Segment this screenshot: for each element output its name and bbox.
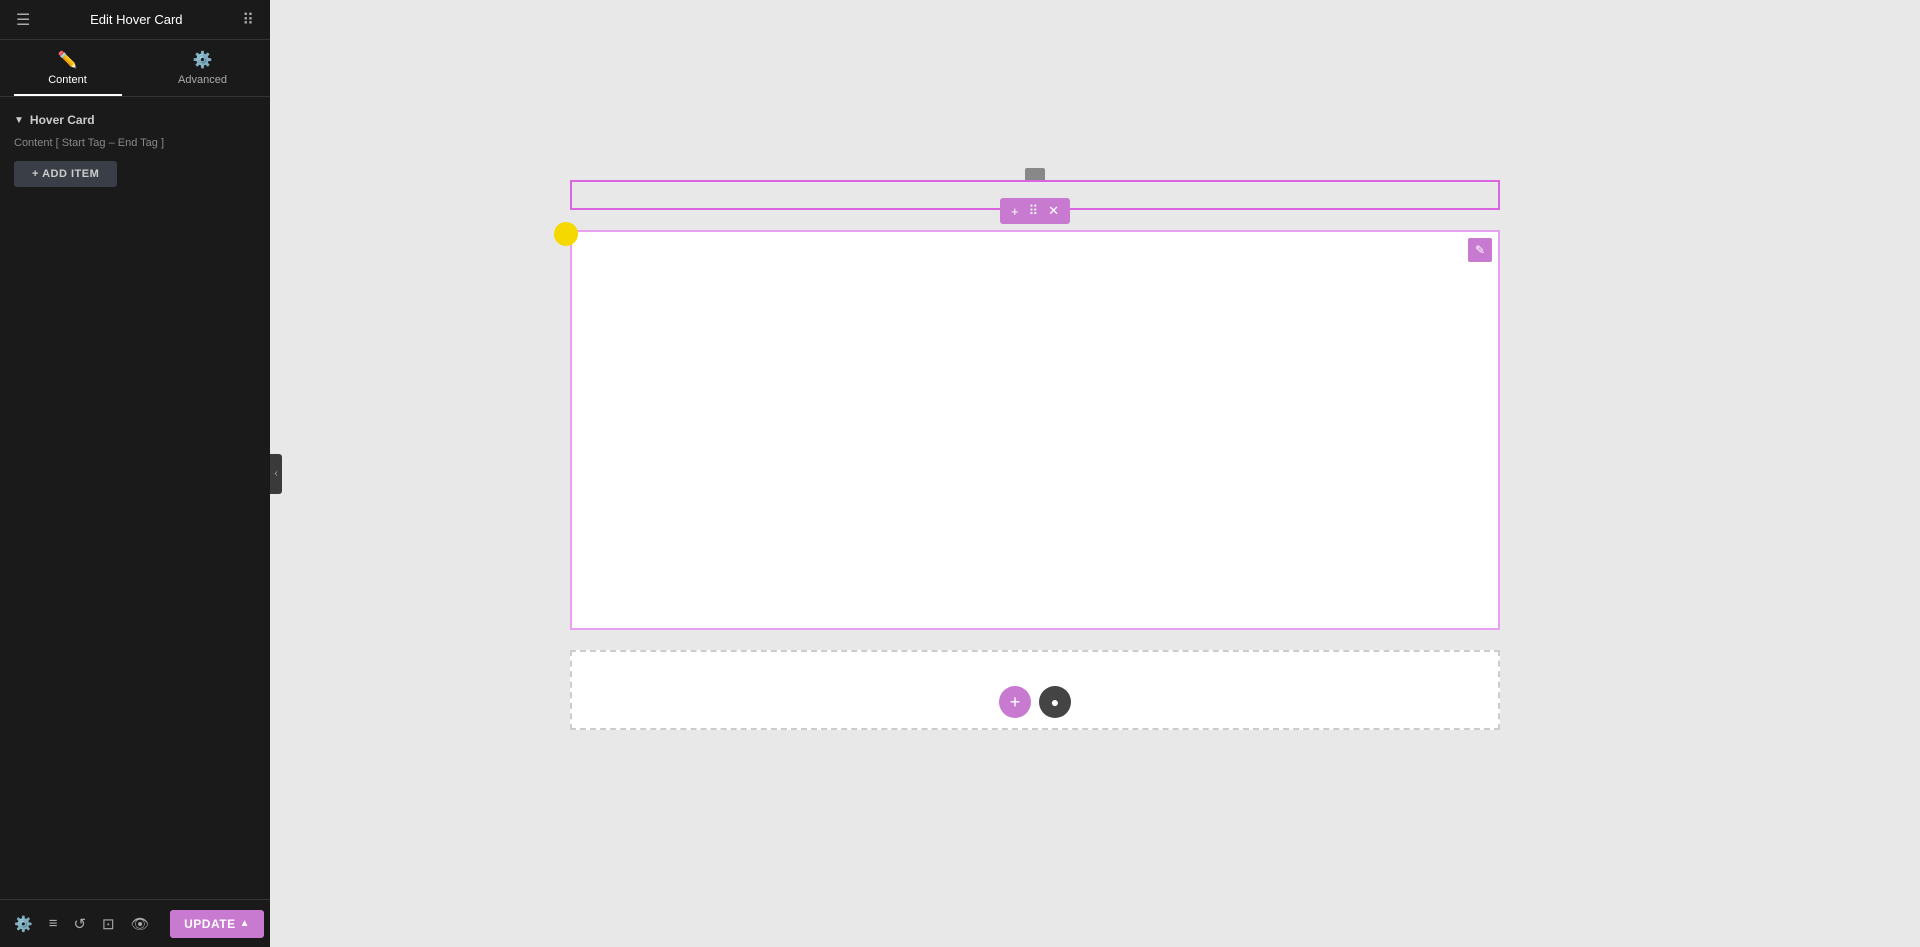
- template-icon[interactable]: ⊡: [94, 909, 123, 939]
- section-chevron-icon: ▼: [14, 115, 24, 126]
- collapse-handle[interactable]: ‹: [270, 454, 282, 494]
- widget-close-button[interactable]: ✕: [1043, 201, 1064, 221]
- widget-add-button[interactable]: +: [1006, 202, 1024, 221]
- dashed-add-button[interactable]: +: [999, 686, 1031, 718]
- section-header[interactable]: ▼ Hover Card: [0, 107, 270, 133]
- section-title: Hover Card: [30, 113, 95, 127]
- layers-icon[interactable]: ≡: [41, 909, 66, 938]
- sidebar: ☰ Edit Hover Card ⠿ ✏️ Content ⚙️ Advanc…: [0, 0, 270, 947]
- collapse-arrow-icon: ‹: [274, 468, 277, 479]
- eye-icon[interactable]: 👁: [123, 909, 158, 939]
- update-label: UPDATE: [184, 917, 235, 931]
- advanced-tab-label: Advanced: [178, 74, 227, 86]
- add-item-button[interactable]: + ADD ITEM: [14, 161, 117, 187]
- widget-toolbar: + ⠿ ✕: [1000, 198, 1070, 224]
- widget-drag-handle[interactable]: ⠿: [1024, 201, 1044, 221]
- content-tag-label: Content [ Start Tag – End Tag ]: [0, 133, 270, 157]
- dashed-toolbar: + ●: [999, 686, 1071, 718]
- update-button[interactable]: UPDATE ▲: [170, 910, 264, 938]
- sidebar-title: Edit Hover Card: [90, 12, 182, 27]
- content-tab-icon: ✏️: [58, 50, 78, 70]
- sidebar-header: ☰ Edit Hover Card ⠿: [0, 0, 270, 40]
- tab-content[interactable]: ✏️ Content: [0, 40, 135, 96]
- grid-icon[interactable]: ⠿: [242, 10, 254, 30]
- edit-pencil-button[interactable]: ✎: [1468, 238, 1492, 262]
- canvas-dashed-area: + ●: [570, 650, 1500, 730]
- canvas-widget-selected: + ⠿ ✕: [570, 180, 1500, 210]
- dashed-action-button[interactable]: ●: [1039, 686, 1071, 718]
- advanced-tab-icon: ⚙️: [193, 50, 213, 70]
- canvas-content-area: ✎: [570, 230, 1500, 630]
- tab-advanced[interactable]: ⚙️ Advanced: [135, 40, 270, 96]
- sidebar-tabs: ✏️ Content ⚙️ Advanced: [0, 40, 270, 97]
- history-icon[interactable]: ↺: [65, 909, 94, 939]
- gray-handle: [1025, 168, 1045, 180]
- settings-icon[interactable]: ⚙️: [6, 909, 41, 939]
- hamburger-icon[interactable]: ☰: [16, 10, 30, 30]
- chevron-up-icon: ▲: [240, 918, 250, 929]
- main-canvas: + ⠿ ✕ ✎ + ●: [270, 0, 1920, 947]
- sidebar-footer: ⚙️ ≡ ↺ ⊡ 👁 UPDATE ▲: [0, 899, 270, 947]
- pencil-icon: ✎: [1475, 243, 1485, 257]
- content-tab-label: Content: [48, 74, 87, 86]
- sidebar-content: ▼ Hover Card Content [ Start Tag – End T…: [0, 97, 270, 899]
